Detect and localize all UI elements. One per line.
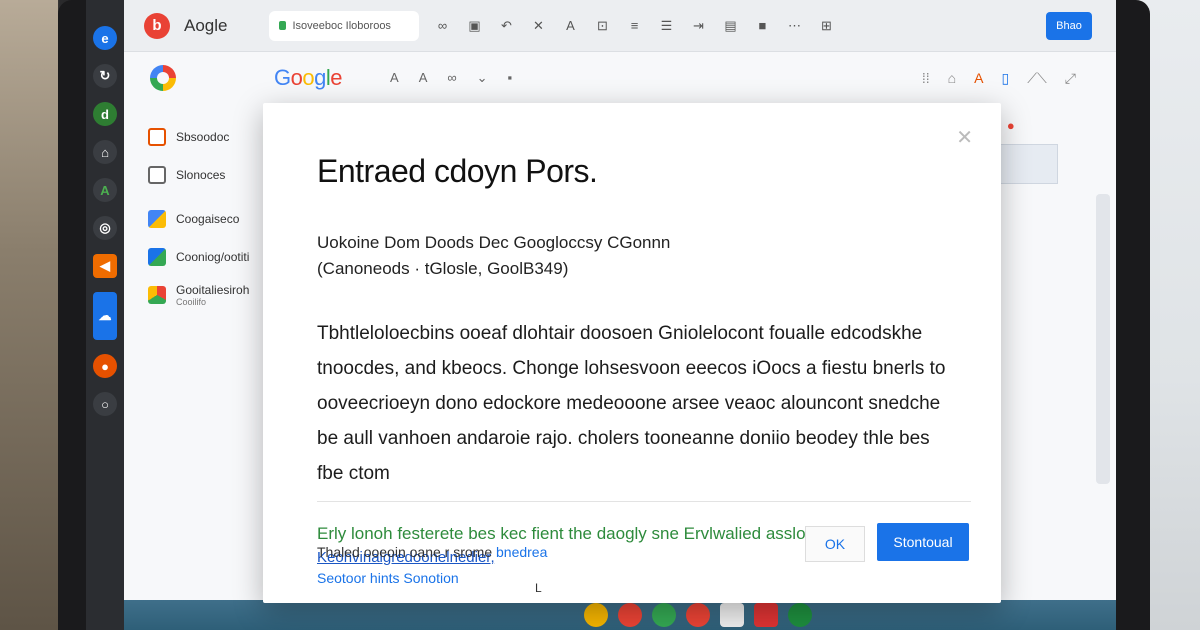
sidebar-item-label: Slonoces xyxy=(176,168,226,182)
font-icon[interactable]: A xyxy=(974,70,983,87)
app-dock-icon-7[interactable]: ◀ xyxy=(93,254,117,278)
chrome-small-icon xyxy=(148,286,166,304)
sidebar-item-1[interactable]: Sbsoodoc xyxy=(148,118,264,156)
cursor-icon: L xyxy=(535,581,542,595)
more-icon[interactable]: ▪ xyxy=(508,70,513,86)
dialog-body: Tbhtleloloecbins ooeaf dlohtair doosoen … xyxy=(317,323,946,484)
highlight-icon[interactable]: A xyxy=(419,70,428,86)
taskbar-app-7[interactable] xyxy=(788,603,812,627)
docs-toolbar: Google A A ∞ ⌄ ▪ ⁞⁞ ⌂ A ▯ ⟋⟍ ⤢ xyxy=(124,52,1116,104)
close-icon[interactable]: ✕ xyxy=(529,17,547,35)
sidebar-item-5[interactable]: Gooitaliesiroh Cooilifo xyxy=(148,276,264,314)
footer-link-2[interactable]: Seotoor hints Sonotion xyxy=(317,565,547,591)
image-icon[interactable]: ▣ xyxy=(465,17,483,35)
app-dock-icon-10[interactable]: ○ xyxy=(93,392,117,416)
record-icon[interactable]: ● xyxy=(1007,118,1015,134)
url-bar[interactable]: Isoveeboc Iloboroos xyxy=(269,10,420,41)
link-format-icon[interactable]: ∞ xyxy=(447,70,456,86)
lines-icon[interactable]: ⁞⁞ xyxy=(922,70,930,87)
app-dock-icon-1[interactable]: e xyxy=(93,26,117,50)
app-dock-icon-6[interactable]: ◎ xyxy=(93,216,117,240)
app-dock-icon-5[interactable]: A xyxy=(93,178,117,202)
right-toolbar-icons: ⁞⁞ ⌂ A ▯ ⟋⟍ ⤢ xyxy=(922,70,1076,87)
page-icon[interactable]: ▯ xyxy=(1001,70,1009,87)
drive-icon xyxy=(148,210,166,228)
taskbar-app-1[interactable] xyxy=(584,603,608,627)
dialog-subtitle-line-1: Uokoine Dom Doods Dec Googloccsy CGonnn xyxy=(317,233,671,252)
footer-text-1: Thaled ooeoin oane r srome xyxy=(317,544,493,560)
sidebar-item-3[interactable]: Coogaiseco xyxy=(148,200,264,238)
taskbar-app-5[interactable] xyxy=(720,603,744,627)
menu-icon[interactable]: ⋯ xyxy=(785,17,803,35)
screen: e ↻ d ⌂ A ◎ ◀ ☁ ● ○ b Aogle Isoveeboc Il… xyxy=(86,0,1116,630)
app-dock-icon-4[interactable]: ⌂ xyxy=(93,140,117,164)
arrows-icon[interactable]: ⟋⟍ xyxy=(1027,70,1047,87)
taskbar-app-4[interactable] xyxy=(686,603,710,627)
room-background-left xyxy=(0,0,58,630)
scrollbar[interactable] xyxy=(1096,194,1110,484)
grid-icon[interactable]: ⊞ xyxy=(817,17,835,35)
chrome-icon[interactable] xyxy=(150,65,176,91)
sidebar-item-2[interactable]: Slonoces xyxy=(148,156,264,194)
text-icon[interactable]: A xyxy=(390,70,399,86)
format-icons: A A ∞ ⌄ ▪ xyxy=(390,70,512,86)
dialog-divider xyxy=(317,501,971,502)
sidebar-item-label: Cooniog/ootiti xyxy=(176,250,250,264)
align-icon[interactable]: ≡ xyxy=(625,17,643,35)
tab-title[interactable]: Aogle xyxy=(184,16,227,36)
google-logo: Google xyxy=(274,65,343,90)
close-icon[interactable]: ✕ xyxy=(956,125,973,150)
app-dock: e ↻ d ⌂ A ◎ ◀ ☁ ● ○ xyxy=(86,0,124,630)
text-color-icon[interactable]: A xyxy=(561,17,579,35)
list-icon xyxy=(148,166,166,184)
dialog: ✕ Entraed cdoyn Pors. Uokoine Dom Doods … xyxy=(263,103,1001,603)
browser-tab-bar: b Aogle Isoveeboc Iloboroos ∞ ▣ ↶ ✕ A ⊡ … xyxy=(124,0,1116,52)
taskbar-app-6[interactable] xyxy=(754,603,778,627)
lock-icon xyxy=(279,21,287,30)
share-button[interactable]: Bhao xyxy=(1046,11,1092,40)
app-dock-icon-3[interactable]: d xyxy=(93,102,117,126)
taskbar-app-3[interactable] xyxy=(652,603,676,627)
dialog-subtitle-line-2: (Canoneods · tGlosle, GoolB349) xyxy=(317,259,569,278)
sidebar-item-label: Coogaiseco xyxy=(176,212,240,226)
photos-icon xyxy=(148,248,166,266)
ok-button[interactable]: OK xyxy=(805,526,865,562)
sidebar: Sbsoodoc Slonoces Coogaiseco Cooniog/oot… xyxy=(124,104,264,630)
comment-icon[interactable]: ▤ xyxy=(721,17,739,35)
list-icon[interactable]: ☰ xyxy=(657,17,675,35)
sidebar-item-4[interactable]: Cooniog/ootiti xyxy=(148,238,264,276)
footer-link-1[interactable]: bnedrea xyxy=(496,544,547,560)
dialog-footer: Thaled ooeoin oane r srome bnedrea Seoto… xyxy=(317,539,547,591)
app-dock-icon-8[interactable]: ☁ xyxy=(93,292,117,340)
primary-button[interactable]: Stontoual xyxy=(877,523,969,561)
lock-doc-icon[interactable]: ⊡ xyxy=(593,17,611,35)
app-dock-icon-9[interactable]: ● xyxy=(93,354,117,378)
link-icon[interactable]: ∞ xyxy=(433,17,451,35)
indent-icon[interactable]: ⇥ xyxy=(689,17,707,35)
bookmark-icon[interactable]: ⌂ xyxy=(948,70,956,87)
chevron-down-icon[interactable]: ⌄ xyxy=(477,70,488,86)
undo-icon[interactable]: ↶ xyxy=(497,17,515,35)
print-icon[interactable]: ■ xyxy=(753,17,771,35)
expand-icon[interactable]: ⤢ xyxy=(1065,70,1076,87)
url-text: Isoveeboc Iloboroos xyxy=(292,19,391,32)
sidebar-item-label: Sbsoodoc xyxy=(176,130,230,144)
sidebar-item-label: Gooitaliesiroh Cooilifo xyxy=(176,283,250,307)
document-icon xyxy=(148,128,166,146)
dialog-title: Entraed cdoyn Pors. xyxy=(317,153,598,189)
taskbar xyxy=(124,600,1116,630)
tab-favicon-icon: b xyxy=(144,12,170,39)
taskbar-app-2[interactable] xyxy=(618,603,642,627)
app-dock-icon-2[interactable]: ↻ xyxy=(93,64,117,88)
